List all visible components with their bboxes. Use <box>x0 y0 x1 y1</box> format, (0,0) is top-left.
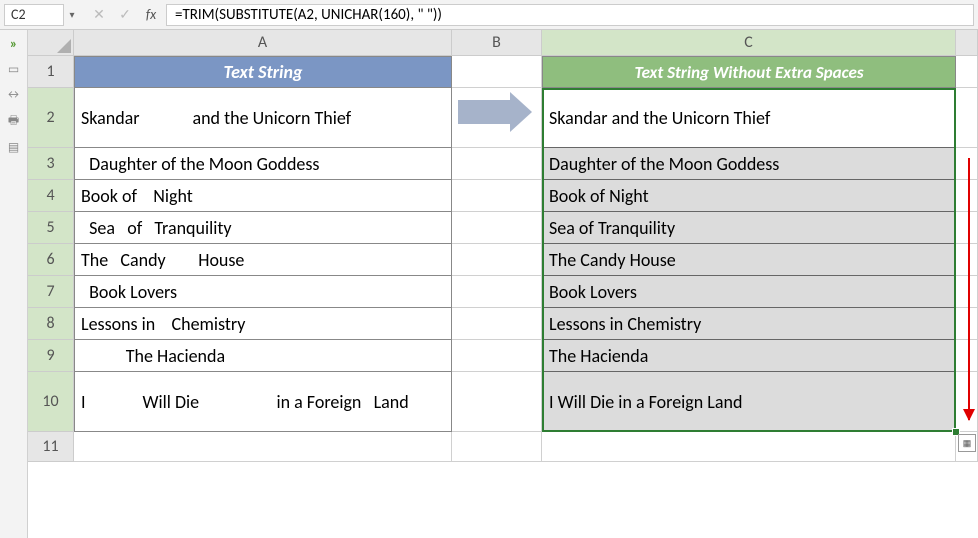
name-box[interactable]: C2 <box>4 4 64 26</box>
cell-C11[interactable] <box>542 432 956 462</box>
cell-D4[interactable] <box>956 180 978 212</box>
cell-C9[interactable]: The Hacienda <box>542 340 956 372</box>
select-all-corner[interactable] <box>28 30 74 56</box>
cell-A9[interactable]: The Hacienda <box>74 340 452 372</box>
cell-C4[interactable]: Book of Night <box>542 180 956 212</box>
cell-D5[interactable] <box>956 212 978 244</box>
cell-B10[interactable] <box>452 372 542 432</box>
cell-A3[interactable]: Daughter of the Moon Goddess <box>74 148 452 180</box>
col-header-B[interactable]: B <box>452 30 542 56</box>
cell-D10[interactable] <box>956 372 978 432</box>
cell-B11[interactable] <box>452 432 542 462</box>
cell-A4[interactable]: Book of Night <box>74 180 452 212</box>
cell-A8[interactable]: Lessons in Chemistry <box>74 308 452 340</box>
cell-D3[interactable] <box>956 148 978 180</box>
cell-B3[interactable] <box>452 148 542 180</box>
row-header-6[interactable]: 6 <box>28 244 74 276</box>
cell-D1[interactable] <box>956 56 978 88</box>
cell-B4[interactable] <box>452 180 542 212</box>
cell-B6[interactable] <box>452 244 542 276</box>
cell-D6[interactable] <box>956 244 978 276</box>
row-header-8[interactable]: 8 <box>28 308 74 340</box>
cell-B8[interactable] <box>452 308 542 340</box>
cell-D8[interactable] <box>956 308 978 340</box>
cell-B9[interactable] <box>452 340 542 372</box>
row-header-7[interactable]: 7 <box>28 276 74 308</box>
autofill-options-button[interactable]: ▦ <box>958 434 976 452</box>
cancel-icon[interactable]: ✕ <box>88 4 110 26</box>
cell-A10[interactable]: I Will Die in a Foreign Land <box>74 372 452 432</box>
side-panel-rail: » ▭ ↔ 🖶 ▤ <box>0 30 28 538</box>
cell-B7[interactable] <box>452 276 542 308</box>
expand-panel-icon[interactable]: » <box>5 34 23 52</box>
row-header-2[interactable]: 2 <box>28 88 74 148</box>
col-header-blank[interactable] <box>956 30 978 56</box>
col-header-A[interactable]: A <box>74 30 452 56</box>
cell-A7[interactable]: Book Lovers <box>74 276 452 308</box>
cell-A6[interactable]: The Candy House <box>74 244 452 276</box>
row-header-10[interactable]: 10 <box>28 372 74 432</box>
cell-A11[interactable] <box>74 432 452 462</box>
header-without-spaces[interactable]: Text String Without Extra Spaces <box>542 56 956 88</box>
cell-C7[interactable]: Book Lovers <box>542 276 956 308</box>
cell-B5[interactable] <box>452 212 542 244</box>
row-header-11[interactable]: 11 <box>28 432 74 462</box>
header-text-string[interactable]: Text String <box>74 56 452 88</box>
arrow-right-icon <box>458 92 532 132</box>
rail-icon-3[interactable]: 🖶 <box>5 112 23 130</box>
cell-D7[interactable] <box>956 276 978 308</box>
col-header-C[interactable]: C <box>542 30 956 56</box>
rail-icon-2[interactable]: ↔ <box>5 86 23 104</box>
enter-icon[interactable]: ✓ <box>114 4 136 26</box>
formula-input[interactable]: =TRIM(SUBSTITUTE(A2, UNICHAR(160), " ")) <box>166 4 974 26</box>
cell-D2[interactable] <box>956 88 978 148</box>
row-header-3[interactable]: 3 <box>28 148 74 180</box>
fx-icon[interactable]: fx <box>140 4 162 26</box>
formula-bar: C2 ▾ ✕ ✓ fx =TRIM(SUBSTITUTE(A2, UNICHAR… <box>0 0 978 30</box>
cell-C10[interactable]: I Will Die in a Foreign Land <box>542 372 956 432</box>
cell-C8[interactable]: Lessons in Chemistry <box>542 308 956 340</box>
row-header-5[interactable]: 5 <box>28 212 74 244</box>
cell-A2[interactable]: Skandar and the Unicorn Thief <box>74 88 452 148</box>
rail-icon-1[interactable]: ▭ <box>5 60 23 78</box>
row-header-1[interactable]: 1 <box>28 56 74 88</box>
cell-C5[interactable]: Sea of Tranquility <box>542 212 956 244</box>
cell-C3[interactable]: Daughter of the Moon Goddess <box>542 148 956 180</box>
name-box-dropdown-icon[interactable]: ▾ <box>64 8 80 21</box>
cell-C2[interactable]: Skandar and the Unicorn Thief <box>542 88 956 148</box>
cell-B1[interactable] <box>452 56 542 88</box>
rail-icon-4[interactable]: ▤ <box>5 138 23 156</box>
annotation-red-arrow-icon <box>968 158 970 420</box>
row-header-9[interactable]: 9 <box>28 340 74 372</box>
row-header-4[interactable]: 4 <box>28 180 74 212</box>
cell-D9[interactable] <box>956 340 978 372</box>
cell-A5[interactable]: Sea of Tranquility <box>74 212 452 244</box>
cell-C6[interactable]: The Candy House <box>542 244 956 276</box>
